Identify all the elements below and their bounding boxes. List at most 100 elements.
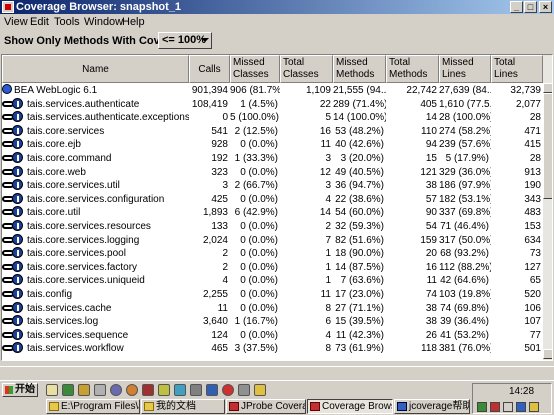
package-icon bbox=[2, 342, 26, 354]
network-icon[interactable] bbox=[477, 402, 487, 412]
app-icon-7[interactable] bbox=[190, 384, 202, 396]
cell-calls: 4 bbox=[222, 275, 228, 287]
clock[interactable]: 14:28 bbox=[509, 386, 534, 397]
table-row[interactable]: tais.core.web 323 0 (0.0%) 12 49 (40.5%) 121 3… bbox=[2, 165, 543, 180]
package-icon bbox=[2, 220, 26, 231]
col-header-total-methods[interactable]: Total Methods bbox=[386, 55, 439, 83]
menu-tools[interactable]: Tools bbox=[54, 15, 80, 29]
folder-icon[interactable] bbox=[78, 384, 90, 396]
menu-view[interactable]: View bbox=[4, 15, 28, 29]
app-icon-11[interactable] bbox=[254, 384, 266, 396]
table-row[interactable]: tais.core.services 541 2 (12.5%) 16 53 (48.2… bbox=[2, 124, 543, 139]
cell-total-methods: 26 bbox=[425, 329, 437, 341]
table-row[interactable]: tais.core.services.resources 133 0 (0.0%) 2… bbox=[2, 220, 543, 234]
cell-missed-methods: 36 (94.7%) bbox=[335, 180, 384, 192]
cell-missed-methods: 82 (51.6%) bbox=[335, 234, 384, 246]
table-row[interactable]: tais.config 2,255 0 (0.0%) 11 17 (23.0%) 74 10… bbox=[2, 288, 543, 302]
col-header-name[interactable]: Name bbox=[2, 55, 189, 83]
table-row[interactable]: tais.core.services.util 3 2 (66.7%) 3 36 (94… bbox=[2, 179, 543, 193]
row-name-text: tais.core.services.uniqueid bbox=[27, 275, 145, 287]
maximize-button[interactable]: □ bbox=[524, 1, 537, 13]
app-icon-10[interactable] bbox=[238, 384, 250, 396]
table-row[interactable]: tais.core.services.uniqueid 4 0 (0.0%) 1 7 (… bbox=[2, 274, 543, 288]
taskbar-item-my-documents[interactable]: 我的文档 bbox=[141, 399, 225, 414]
volume-icon[interactable] bbox=[503, 402, 513, 412]
cell-total-classes: 12 bbox=[319, 166, 331, 178]
cell-missed-lines: 28 (100.0%) bbox=[439, 112, 491, 124]
table-row[interactable]: tais.services.sequence 124 0 (0.0%) 4 11 (42… bbox=[2, 328, 543, 343]
cell-calls: 425 bbox=[211, 193, 228, 205]
cell-missed-lines: 381 (76.0%) bbox=[439, 343, 491, 355]
scroll-thumb[interactable] bbox=[543, 93, 552, 199]
cell-missed-methods: 21,555 (94.... bbox=[333, 85, 386, 96]
app-icon-6[interactable] bbox=[174, 384, 186, 396]
table-row[interactable]: tais.services.log 3,640 1 (16.7%) 6 15 (39.5… bbox=[2, 315, 543, 329]
cell-missed-lines: 317 (50.0%) bbox=[439, 234, 491, 246]
app-icon-2[interactable] bbox=[110, 384, 122, 396]
cell-total-classes: 16 bbox=[319, 125, 331, 137]
col-header-total-classes[interactable]: Total Classes bbox=[280, 55, 333, 83]
table-row[interactable]: tais.services.authenticate 108,419 1 (4.5%… bbox=[2, 97, 543, 112]
cell-total-lines: 471 bbox=[524, 125, 541, 137]
col-header-calls[interactable]: Calls bbox=[189, 55, 230, 83]
cell-missed-methods: 14 (87.5%) bbox=[335, 261, 384, 273]
cell-calls: 3 bbox=[222, 180, 228, 192]
cell-name: tais.services.workflow bbox=[2, 342, 189, 356]
menu-help[interactable]: Help bbox=[122, 15, 145, 29]
antivirus-icon[interactable] bbox=[490, 402, 500, 412]
table-row[interactable]: tais.core.command 192 1 (33.3%) 3 3 (20.0%) 1… bbox=[2, 152, 543, 166]
close-button[interactable]: × bbox=[539, 1, 552, 13]
menu-window[interactable]: Window bbox=[84, 15, 123, 29]
cell-total-methods: 14 bbox=[425, 112, 437, 124]
table-row[interactable]: tais.core.services.logging 2,024 0 (0.0%) 7… bbox=[2, 233, 543, 248]
app-icon-8[interactable] bbox=[206, 384, 218, 396]
cell-total-lines: 483 bbox=[524, 207, 541, 219]
row-name-text: tais.core.services.factory bbox=[27, 261, 138, 273]
cell-missed-methods: 289 (71.4%) bbox=[333, 98, 386, 110]
folder-icon bbox=[144, 402, 154, 411]
table-row[interactable]: tais.core.ejb 928 0 (0.0%) 11 40 (42.6%) 94 23… bbox=[2, 138, 543, 152]
cell-calls: 901,394 bbox=[191, 85, 228, 96]
cell-missed-lines: 1,610 (77.5.... bbox=[439, 98, 491, 110]
cell-calls: 323 bbox=[211, 166, 228, 178]
cell-total-lines: 913 bbox=[524, 166, 541, 178]
table-row[interactable]: tais.services.cache 11 0 (0.0%) 8 27 (71.1%)… bbox=[2, 301, 543, 316]
minimize-button[interactable]: _ bbox=[510, 1, 523, 13]
app-icon-4[interactable] bbox=[142, 384, 154, 396]
taskbar-item-coverage-browser[interactable]: Coverage Browse... bbox=[307, 399, 393, 414]
desktop-icon[interactable] bbox=[46, 384, 58, 396]
table-row[interactable]: tais.core.services.pool 2 0 (0.0%) 1 18 (90.… bbox=[2, 247, 543, 261]
scroll-up-button[interactable] bbox=[543, 83, 552, 93]
col-header-total-lines[interactable]: Total Lines bbox=[491, 55, 543, 83]
table-row[interactable]: BEA WebLogic 6.1 901,394 906 (81.7%) 1,109 2… bbox=[2, 84, 543, 98]
table-row[interactable]: tais.core.util 1,893 6 (42.9%) 14 54 (60.0%)… bbox=[2, 206, 543, 220]
app-icon-1[interactable] bbox=[94, 384, 106, 396]
input-method-icon[interactable] bbox=[516, 402, 526, 412]
start-button[interactable]: 开始 bbox=[2, 383, 38, 397]
col-header-missed-lines[interactable]: Missed Lines bbox=[439, 55, 491, 83]
app-icon-9[interactable] bbox=[222, 384, 234, 396]
cell-calls: 108,419 bbox=[191, 98, 228, 110]
package-icon bbox=[2, 247, 26, 259]
tray-app-icon[interactable] bbox=[529, 402, 539, 412]
table-row[interactable]: tais.core.services.factory 2 0 (0.0%) 1 14 (… bbox=[2, 260, 543, 275]
taskbar-item-jcoverage-help[interactable]: jcoverage帮助.d... bbox=[394, 399, 470, 414]
vertical-scrollbar[interactable] bbox=[543, 55, 552, 360]
col-header-missed-methods[interactable]: Missed Methods bbox=[333, 55, 386, 83]
taskbar-item-jprobe[interactable]: JProbe Coverage ... bbox=[226, 399, 306, 414]
table-row[interactable]: tais.services.workflow 465 3 (37.5%) 8 73 (6… bbox=[2, 342, 543, 356]
app-icon-3[interactable] bbox=[126, 384, 138, 396]
menu-edit[interactable]: Edit bbox=[30, 15, 49, 29]
taskbar-item-program-files[interactable]: E:\Program Files\J... bbox=[46, 399, 140, 414]
coverage-filter-select[interactable]: <= 100% bbox=[158, 32, 212, 49]
cell-missed-methods: 15 (39.5%) bbox=[335, 316, 384, 328]
package-icon bbox=[2, 328, 26, 340]
scroll-down-button[interactable] bbox=[543, 349, 552, 359]
cell-missed-lines: 337 (69.8%) bbox=[439, 207, 491, 219]
browser-icon[interactable] bbox=[62, 384, 74, 396]
table-row[interactable]: tais.core.services.configuration 425 0 (0.… bbox=[2, 192, 543, 207]
col-header-missed-classes[interactable]: Missed Classes bbox=[230, 55, 280, 83]
cell-missed-methods: 18 (90.0%) bbox=[335, 248, 384, 260]
table-row[interactable]: tais.services.authenticate.exceptions 0 5 … bbox=[2, 111, 543, 125]
app-icon-5[interactable] bbox=[158, 384, 170, 396]
